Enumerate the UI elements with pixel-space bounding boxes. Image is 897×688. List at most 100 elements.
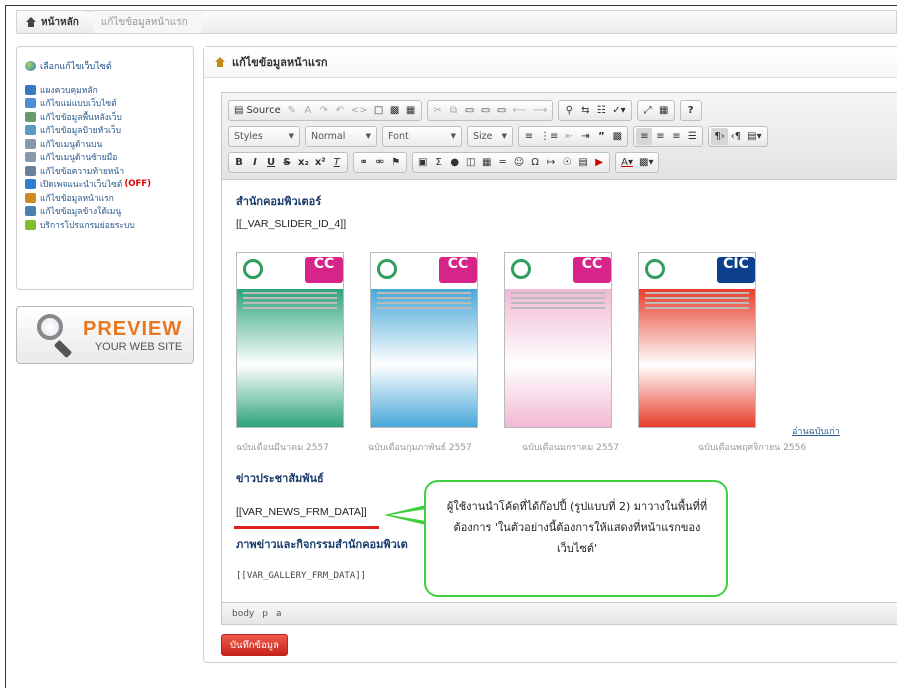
code-icon[interactable]: <> [348,102,371,119]
redo-template-icon[interactable]: ↶ [332,102,348,119]
outdent-icon[interactable]: ⇤ [561,128,577,145]
cut-icon[interactable]: ✂ [430,102,446,119]
help-icon[interactable]: ? [683,102,699,119]
underline-icon[interactable]: U [263,154,279,171]
new-doc-icon[interactable]: A [300,102,316,119]
styles-dropdown[interactable]: Styles ▼ [228,125,300,147]
element-path-item[interactable]: a [276,609,282,619]
image-icon[interactable]: ▣ [415,154,431,171]
breadcrumb-home[interactable]: หน้าหลัก [17,11,93,33]
website-select-icon [25,61,36,71]
replace-icon[interactable]: ⇆ [577,102,593,119]
indent-icon[interactable]: ⇥ [577,128,593,145]
save-doc-icon[interactable]: ✎ [284,102,300,119]
strikethrough-icon[interactable]: S [279,154,295,171]
unlink-icon[interactable]: ⚮ [372,154,388,171]
read-more-link[interactable]: อ่านฉบับเก่า [792,424,840,438]
sidebar-item[interactable]: แก้ไขข้อความท้ายหน้า [25,164,185,178]
breadcrumb-home-label: หน้าหลัก [41,16,79,28]
sidebar-header[interactable]: เลือกแก้ไขเว็บไซต์ [17,47,193,83]
bold-icon[interactable]: B [231,154,247,171]
italic-icon[interactable]: I [247,154,263,171]
iframe-icon[interactable]: ◫ [463,154,479,171]
format-dropdown[interactable]: Normal ▼ [305,125,377,147]
copy-icon[interactable]: ⧉ [446,102,462,119]
new-page-icon[interactable]: □ [371,102,387,119]
sidebar-item[interactable]: แก้ไขแม่แบบเว็บไซต์ [25,97,185,111]
blockquote-icon[interactable]: ” [593,128,609,145]
math-icon[interactable]: Σ [431,154,447,171]
paste-word-icon[interactable]: ▭ [494,102,510,119]
maximize-icon[interactable]: ⤢ [640,102,656,119]
div-icon[interactable]: ▩ [609,128,625,145]
bg-color-icon[interactable]: ▩▾ [636,154,656,171]
preview-icon[interactable]: ▩ [387,102,403,119]
source-button[interactable]: ▤ Source [231,102,284,119]
content-heading: สำนักคอมพิวเตอร์ [236,195,322,208]
sidebar-item[interactable]: แก้ไขข้อมูลข้างใต้เมนู [25,205,185,219]
remove-format-icon[interactable]: T [329,154,345,171]
newsletter-cover[interactable]: CC [236,252,344,428]
save-button[interactable]: บันทึกข้อมูล [221,634,288,656]
paste-icon[interactable]: ▭ [462,102,478,119]
redo-icon[interactable]: ⟶ [530,102,550,119]
cover-body [639,289,755,427]
styles-dropdown-label: Styles [234,130,263,142]
code-snippet-icon[interactable]: ▤ [575,154,591,171]
font-dropdown[interactable]: Font ▼ [382,125,462,147]
template-icon [25,98,36,109]
size-dropdown[interactable]: Size ▼ [467,125,513,147]
show-blocks-icon[interactable]: ▦ [656,102,672,119]
align-left-icon[interactable]: ≡ [636,127,653,145]
smiley-icon[interactable]: ☺ [511,154,527,171]
anchor-icon[interactable]: ⚑ [388,154,404,171]
horizontal-rule-icon[interactable]: ═ [495,154,511,171]
numbered-list-icon[interactable]: ≡ [521,128,537,145]
sidebar-item[interactable]: แก้ไขเมนูด้านบน [25,137,185,151]
page-title: แก้ไขข้อมูลหน้าแรก [232,56,328,69]
rtl-icon[interactable]: ‹¶ [728,128,744,145]
element-path-item[interactable]: p [262,609,268,619]
sidebar-item[interactable]: แผงควบคุมหลัก [25,83,185,97]
undo-template-icon[interactable]: ↷ [316,102,332,119]
intro-page-icon [25,179,36,190]
sidebar-item[interactable]: แก้ไขข้อมูลป้ายหัวเว็บ [25,124,185,138]
align-right-icon[interactable]: ≡ [668,128,684,145]
table-icon[interactable]: ▦ [479,154,495,171]
globe-icon[interactable]: ☉ [559,154,575,171]
find-icon[interactable]: ⚲ [561,102,577,119]
flash-icon[interactable]: ● [447,154,463,171]
service-icon [25,219,36,230]
paste-text-icon[interactable]: ▭ [478,102,494,119]
spellcheck-icon[interactable]: ✓▾ [609,102,628,119]
link-icon[interactable]: ⚭ [356,154,372,171]
preview-website-button[interactable]: PREVIEW YOUR WEB SITE [16,306,194,364]
align-center-icon[interactable]: ≡ [652,128,668,145]
bulleted-list-icon[interactable]: ⋮≡ [537,128,561,145]
sidebar-item[interactable]: บริการโปรแกรมย่อยระบบ [25,218,185,232]
select-all-icon[interactable]: ☷ [593,102,609,119]
sidebar-item[interactable]: แก้ไขข้อมูลพื้นหลังเว็บ [25,110,185,124]
newsletter-cover[interactable]: CIC [638,252,756,428]
youtube-icon[interactable]: ▶ [591,154,607,171]
templates-icon[interactable]: ▦ [403,102,419,119]
text-color-icon[interactable]: A▾ [618,154,636,171]
superscript-icon[interactable]: x² [312,154,329,171]
newsletter-cover[interactable]: CC [370,252,478,428]
cover-header [533,259,573,275]
special-char-icon[interactable]: Ω [527,154,543,171]
page-break-icon[interactable]: ↦ [543,154,559,171]
undo-icon[interactable]: ⟵ [510,102,530,119]
justify-icon[interactable]: ☰ [684,128,700,145]
cover-caption: ฉบับเดือนมกราคม 2557 [522,443,620,453]
sidebar-item[interactable]: แก้ไขข้อมูลหน้าแรก [25,191,185,205]
sidebar-item[interactable]: แก้ไขเมนูด้านซ้ายมือ [25,151,185,165]
element-path-item[interactable]: body [232,609,254,619]
sidebar-item[interactable]: เปิดเพจแนะนำเว็บไซต์ (OFF) [25,178,185,192]
sidebar-item-label: บริการโปรแกรมย่อยระบบ [40,220,135,231]
subscript-icon[interactable]: x₂ [295,154,312,171]
ltr-icon[interactable]: ¶› [711,127,728,145]
newsletter-cover[interactable]: CC [504,252,612,428]
under-menu-icon [25,206,36,217]
language-icon[interactable]: ▤▾ [744,128,764,145]
